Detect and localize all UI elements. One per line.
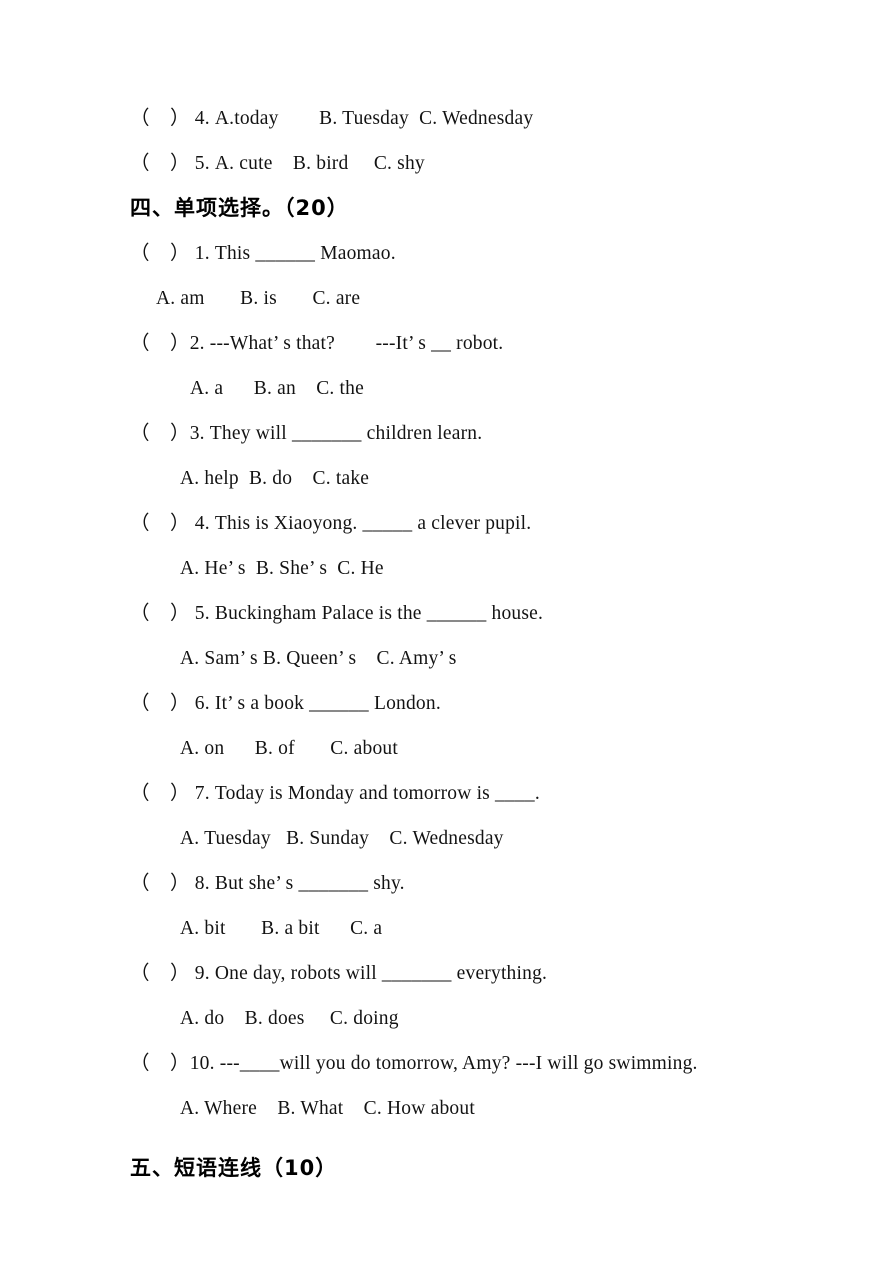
question-stem-3: （ ）3. They will _______ children learn. — [130, 423, 483, 444]
question-options-8: A. bit B. a bit C. a — [180, 918, 383, 939]
question-stem-7: （ ） 7. Today is Monday and tomorrow is _… — [130, 783, 540, 804]
question-stem-5: （ ） 5. Buckingham Palace is the ______ h… — [130, 603, 544, 624]
question-options-9: A. do B. does C. doing — [180, 1008, 399, 1029]
question-options-1: A. am B. is C. are — [156, 288, 361, 309]
question-stem-1: （ ） 1. This ______ Maomao. — [130, 243, 396, 264]
question-options-5: A. Sam’ s B. Queen’ s C. Amy’ s — [180, 648, 457, 669]
question-stem-10: （ ）10. ---____will you do tomorrow, Amy?… — [130, 1053, 698, 1074]
worksheet-page: （ ） 4. A.today B. Tuesday C. Wednesday （… — [0, 0, 893, 1263]
question-options-4: A. He’ s B. She’ s C. He — [180, 558, 384, 579]
question-stem-6: （ ） 6. It’ s a book ______ London. — [130, 693, 441, 714]
question-stem-2: （ ）2. ---What’ s that? ---It’ s __ robot… — [130, 333, 504, 354]
question-stem-9: （ ） 9. One day, robots will _______ ever… — [130, 963, 548, 984]
question-options-2: A. a B. an C. the — [190, 378, 364, 399]
question-options-10: A. Where B. What C. How about — [180, 1098, 475, 1119]
carry-over-item-5: （ ） 5. A. cute B. bird C. shy — [130, 153, 425, 174]
question-options-7: A. Tuesday B. Sunday C. Wednesday — [180, 828, 504, 849]
question-stem-4: （ ） 4. This is Xiaoyong. _____ a clever … — [130, 513, 532, 534]
carry-over-item-4: （ ） 4. A.today B. Tuesday C. Wednesday — [130, 108, 534, 129]
question-options-6: A. on B. of C. about — [180, 738, 398, 759]
section-heading-five: 五、短语连线（10） — [130, 1156, 338, 1180]
section-heading-four: 四、单项选择。（20） — [130, 196, 349, 220]
question-stem-8: （ ） 8. But she’ s _______ shy. — [130, 873, 405, 894]
question-options-3: A. help B. do C. take — [180, 468, 370, 489]
